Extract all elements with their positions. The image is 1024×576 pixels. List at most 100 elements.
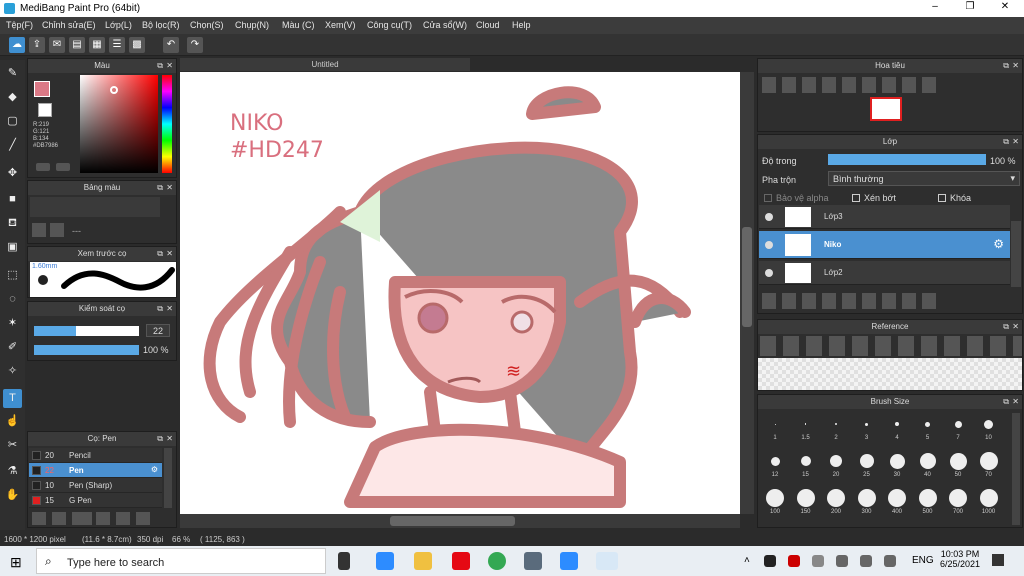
scroll-thumb[interactable]: [742, 227, 752, 327]
brush-tool-icon[interactable]: ✎: [3, 64, 22, 83]
primary-color-swatch[interactable]: [34, 81, 50, 97]
layer-row[interactable]: Lớp2: [759, 261, 1010, 285]
brush-size-value[interactable]: 22: [146, 324, 170, 337]
close-icon[interactable]: ✕: [1012, 395, 1019, 409]
brush-size-option[interactable]: 400: [882, 487, 912, 515]
document-icon[interactable]: ▦: [89, 37, 105, 53]
brush-size-option[interactable]: 500: [913, 487, 943, 515]
gradient-tool-icon[interactable]: ▣: [3, 238, 22, 257]
close-icon[interactable]: ✕: [166, 181, 173, 195]
brush-size-option[interactable]: 30: [882, 450, 912, 478]
eye-icon[interactable]: [765, 241, 773, 249]
text-tool-icon[interactable]: T: [3, 389, 22, 408]
task-view-icon[interactable]: [338, 552, 350, 570]
menu-layer[interactable]: Lớp(L): [105, 20, 132, 30]
layer-actions[interactable]: [762, 293, 937, 309]
battery-icon[interactable]: [812, 555, 824, 567]
brush-item[interactable]: 15 G Pen: [29, 493, 162, 508]
cloud-icon[interactable]: ☁: [9, 37, 25, 53]
close-icon[interactable]: ✕: [1012, 135, 1019, 149]
camera-icon[interactable]: [524, 552, 542, 570]
brush-options-icon[interactable]: [72, 512, 92, 525]
language-indicator[interactable]: ENG: [912, 555, 934, 566]
scroll-thumb[interactable]: [390, 516, 515, 526]
popout-icon[interactable]: ⧉: [1003, 395, 1009, 409]
brush-size-option[interactable]: 20: [821, 450, 851, 478]
zoom-meeting-icon[interactable]: [560, 552, 578, 570]
brush-size-option[interactable]: 1.5: [791, 413, 821, 441]
brush-size-slider[interactable]: [34, 326, 139, 336]
brush-size-option[interactable]: 1: [760, 413, 790, 441]
gear-icon[interactable]: ⚙: [993, 237, 1004, 251]
reference-view[interactable]: [758, 358, 1022, 390]
tray-icon[interactable]: [764, 555, 776, 567]
brush-item[interactable]: 10 Pen (Sharp): [29, 478, 162, 493]
menu-help[interactable]: Help: [512, 20, 531, 30]
blend-mode-select[interactable]: Bình thường ▾: [828, 171, 1020, 186]
drawing-canvas[interactable]: ≋ NIKO #HD247: [180, 72, 740, 514]
select-pen-tool-icon[interactable]: ✐: [3, 338, 22, 357]
brush-size-option[interactable]: 25: [852, 450, 882, 478]
navigator-zoom-tools[interactable]: [762, 77, 937, 93]
menu-select[interactable]: Chọn(S): [190, 20, 224, 30]
brush-size-option[interactable]: 200: [821, 487, 851, 515]
brush-list-scrollbar[interactable]: [164, 448, 172, 508]
fill-rect-tool-icon[interactable]: ■: [3, 190, 22, 209]
popout-icon[interactable]: ⧉: [157, 59, 163, 73]
popout-icon[interactable]: ⧉: [1003, 59, 1009, 73]
close-icon[interactable]: ✕: [1012, 59, 1019, 73]
divide-tool-icon[interactable]: ✂: [3, 436, 22, 455]
netflix-icon[interactable]: [452, 552, 470, 570]
close-icon[interactable]: ✕: [166, 302, 173, 316]
brush-size-option[interactable]: 7: [943, 413, 973, 441]
reference-tools[interactable]: [760, 336, 1022, 356]
menu-file[interactable]: Tệp(F): [6, 20, 33, 30]
bucket-tool-icon[interactable]: ⛾: [3, 214, 22, 233]
file-explorer-icon[interactable]: [414, 552, 432, 570]
brush-size-option[interactable]: 700: [943, 487, 973, 515]
menu-color[interactable]: Màu (C): [282, 20, 315, 30]
list-icon[interactable]: ☰: [109, 37, 125, 53]
lasso-tool-icon[interactable]: ◌: [3, 290, 22, 309]
swap-colors-button[interactable]: [36, 163, 50, 171]
delete-palette-icon[interactable]: [50, 223, 64, 237]
brush-size-option[interactable]: 1000: [974, 487, 1004, 515]
windows-start-icon[interactable]: ⊞: [10, 554, 22, 571]
gear-icon[interactable]: ⚙: [151, 465, 158, 474]
brush-size-scrollbar[interactable]: [1012, 413, 1020, 525]
folder-icon[interactable]: [116, 512, 130, 525]
canvas-vertical-scrollbar[interactable]: [740, 72, 754, 514]
menu-filter[interactable]: Bộ lọc(R): [142, 20, 180, 30]
brush-size-option[interactable]: 40: [913, 450, 943, 478]
layer-opacity-slider[interactable]: [828, 154, 986, 165]
magic-wand-tool-icon[interactable]: ✶: [3, 314, 22, 333]
onedrive-icon[interactable]: [836, 555, 848, 567]
brush-copy-icon[interactable]: [96, 512, 110, 525]
popout-icon[interactable]: ⧉: [1003, 320, 1009, 334]
grid-icon[interactable]: ▩: [129, 37, 145, 53]
hand-tool-icon[interactable]: ✋: [3, 486, 22, 505]
canvas-horizontal-scrollbar[interactable]: [180, 514, 740, 528]
new-brush-icon[interactable]: [52, 512, 66, 525]
brush-size-option[interactable]: 300: [852, 487, 882, 515]
vivaldi-tray-icon[interactable]: [788, 555, 800, 567]
brush-size-option[interactable]: 70: [974, 450, 1004, 478]
brush-size-option[interactable]: 2: [821, 413, 851, 441]
minimize-button[interactable]: –: [920, 1, 950, 16]
brush-item[interactable]: 20 Pencil: [29, 448, 162, 463]
move-tool-icon[interactable]: ✥: [3, 164, 22, 183]
close-icon[interactable]: ✕: [166, 59, 173, 73]
medibang-taskbar-icon[interactable]: [596, 552, 618, 570]
select-eraser-tool-icon[interactable]: ✧: [3, 362, 22, 381]
clipping-checkbox[interactable]: [852, 194, 860, 202]
rectangle-tool-icon[interactable]: ▢: [3, 112, 22, 131]
hue-slider[interactable]: [162, 75, 172, 173]
layer-row[interactable]: Lớp3: [759, 205, 1010, 229]
page-icon[interactable]: ▤: [69, 37, 85, 53]
brush-size-option[interactable]: 50: [943, 450, 973, 478]
protect-alpha-checkbox[interactable]: [764, 194, 772, 202]
pen-tray-icon[interactable]: [884, 555, 896, 567]
menu-edit[interactable]: Chỉnh sửa(E): [42, 20, 96, 30]
brush-size-option[interactable]: 5: [913, 413, 943, 441]
eye-icon[interactable]: [765, 269, 773, 277]
